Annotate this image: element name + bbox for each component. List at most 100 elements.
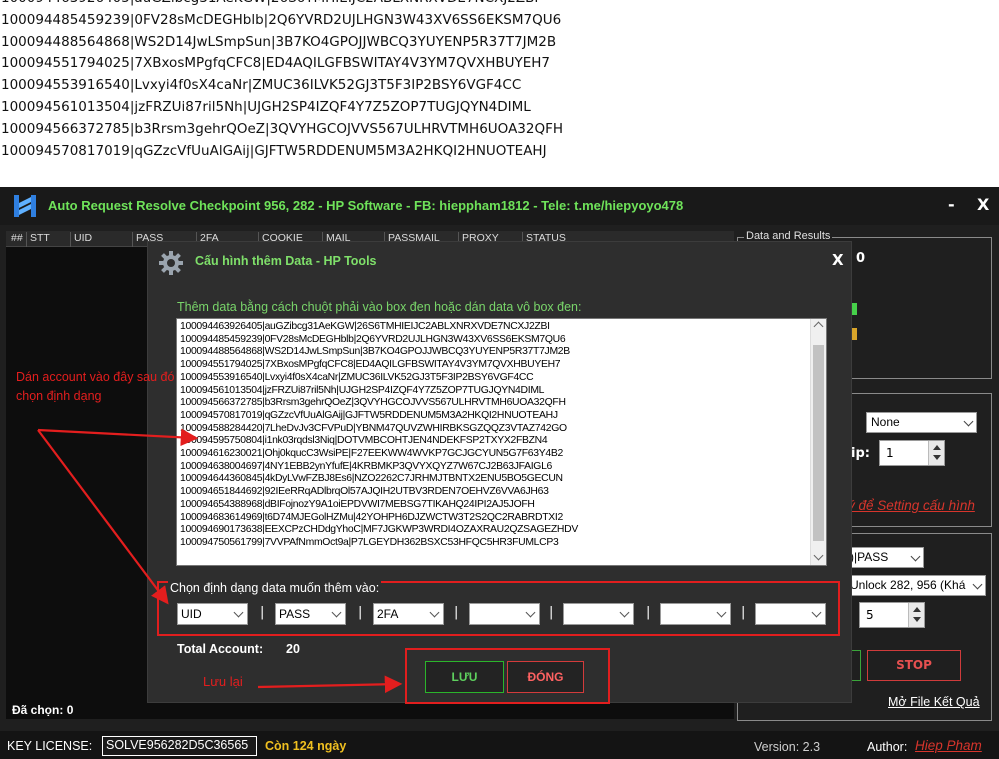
- column-header[interactable]: ##: [8, 232, 23, 247]
- data-line: 100094485459239|0FV28sMcDEGHblb|2Q6YVRD2…: [180, 333, 566, 345]
- format-select-1[interactable]: UID: [177, 603, 248, 625]
- format-separator: |: [260, 605, 265, 620]
- background-line: 100094566372785|b3Rrsm3gehrQOeZ|3QVYHGCO…: [1, 120, 564, 137]
- data-line: 100094570817019|qGZzcVfUuAlGAij|GJFTW5RD…: [180, 409, 558, 421]
- close-button[interactable]: ĐÓNG: [507, 661, 584, 693]
- app-title: Auto Request Resolve Checkpoint 956, 282…: [48, 198, 684, 213]
- background-line: 100094570817019|qGZzcVfUuAlGAij|GJFTW5RD…: [1, 142, 547, 159]
- format-select-value: UID: [181, 607, 202, 621]
- data-input-box[interactable]: 100094463926405|auGZibcg31AeKGW|26S6TMHI…: [176, 318, 827, 566]
- live-status-indicator: [852, 303, 857, 315]
- minimize-button[interactable]: -: [948, 195, 955, 214]
- chevron-down-icon: [619, 607, 630, 618]
- format-select-value: 2FA: [377, 607, 399, 621]
- data-line: 100094638004697|4NY1EBB2ynYfufE|4KRBMKP3…: [180, 460, 553, 472]
- data-line: 100094654388968|dBIFojnozY9A1oiEPDVWI7ME…: [180, 498, 535, 510]
- data-scrollbar[interactable]: [810, 319, 826, 565]
- author-label: Author:: [867, 740, 908, 754]
- format-select-4[interactable]: [469, 603, 540, 625]
- chevron-up-icon[interactable]: [813, 321, 824, 332]
- format-select-2[interactable]: PASS: [275, 603, 346, 625]
- key-license-label: KEY LICENSE:: [7, 739, 93, 753]
- save-annotation: Lưu lại: [203, 674, 243, 689]
- background-line: 100094553916540|Lvxyi4f0sX4caNr|ZMUC36IL…: [1, 77, 522, 94]
- total-account-label: Total Account:: [177, 642, 264, 656]
- close-window-button[interactable]: X: [977, 195, 989, 214]
- thread-stepper[interactable]: 1: [879, 440, 945, 466]
- data-line: 100094644360845|4kDyLVwFZBJ8Es6|NZO2262C…: [180, 473, 563, 485]
- chevron-down-icon: [811, 607, 822, 618]
- mode-select[interactable]: Unlock 282, 956 (Khá: [845, 575, 986, 596]
- license-days-left: Còn 124 ngày: [265, 739, 347, 753]
- data-line: 100094463926405|auGZibcg31AeKGW|26S6TMHI…: [180, 321, 550, 332]
- delay-value: 5: [866, 608, 874, 622]
- delay-stepper[interactable]: 5: [859, 602, 925, 628]
- format-select-value: )|PASS: [850, 550, 889, 564]
- column-header[interactable]: STT: [26, 232, 50, 247]
- setting-select-value: None: [871, 415, 900, 429]
- chevron-down-icon: [910, 551, 921, 562]
- version-label: Version: 2.3: [754, 740, 821, 754]
- selected-label: Đã chọn:: [12, 703, 64, 717]
- format-select[interactable]: )|PASS: [845, 547, 924, 568]
- total-account-value: 20: [286, 642, 300, 656]
- thread-value: 1: [886, 446, 894, 460]
- stepper-arrows-icon[interactable]: [928, 441, 944, 465]
- title-bar: Auto Request Resolve Checkpoint 956, 282…: [0, 187, 999, 225]
- pending-status-indicator: [852, 328, 857, 340]
- stop-button[interactable]: STOP: [867, 650, 961, 681]
- data-line: 100094551794025|7XBxosMPgfqCFC8|ED4AQILG…: [180, 359, 561, 371]
- chevron-down-icon: [972, 579, 983, 590]
- chevron-down-icon: [331, 607, 342, 618]
- format-separator: |: [358, 605, 363, 620]
- data-line: 100094651844692|92IEeRRqADlbrqOl57AJQIH2…: [180, 486, 549, 498]
- settings-link[interactable]: ý để Setting cấu hình: [848, 498, 975, 513]
- chevron-down-icon[interactable]: [813, 550, 824, 561]
- background-line: 100094485459239|0FV28sMcDEGHblb|2Q6YVRD2…: [1, 11, 562, 28]
- chevron-down-icon: [963, 416, 974, 427]
- author-link[interactable]: Hiep Pham: [915, 738, 982, 753]
- format-select-6[interactable]: [660, 603, 731, 625]
- selected-value: 0: [66, 703, 74, 717]
- format-select-3[interactable]: 2FA: [373, 603, 444, 625]
- selected-count: Đã chọn: 0: [12, 703, 73, 717]
- hp-logo-icon: [14, 195, 36, 217]
- data-line: 100094566372785|b3Rrsm3gehrQOeZ|3QVYHGCO…: [180, 397, 566, 409]
- dialog-close-button[interactable]: X: [832, 251, 844, 269]
- data-line: 100094683614969|t6D74MJEGolHZMu|42YOHPH6…: [180, 511, 563, 523]
- data-line: 100094553916540|Lvxyi4f0sX4caNr|ZMUC36IL…: [180, 371, 534, 383]
- key-license-input[interactable]: SOLVE956282D5C36565: [102, 736, 257, 756]
- format-select-5[interactable]: [563, 603, 634, 625]
- gear-icon: [159, 251, 183, 275]
- data-line: 100094750561799|7VVPAfNmmOct9a|P7LGEYDH3…: [180, 536, 559, 548]
- add-data-dialog: Cấu hình thêm Data - HP Tools X Thêm dat…: [147, 241, 852, 704]
- data-line: 100094690173638|EEXCPzCHDdgYhoC|MF7JGKWP…: [180, 524, 578, 536]
- background-line: 100094463926405|auGZibcg31AeKGW|26S6TMHI…: [0, 0, 999, 10]
- dialog-title: Cấu hình thêm Data - HP Tools: [195, 254, 377, 268]
- background-line: 100094488564868|WS2D14JwLSmpSun|3B7KO4GP…: [1, 33, 557, 50]
- data-line: 100094616230021|Ohj0kqucC3WsiPE|F27EEKWW…: [180, 448, 563, 460]
- results-count: 0: [856, 251, 866, 266]
- setting-select[interactable]: None: [866, 412, 977, 433]
- status-bar: KEY LICENSE: SOLVE956282D5C36565 Còn 124…: [0, 731, 999, 759]
- thread-label: ip:: [851, 446, 870, 461]
- column-header[interactable]: UID: [70, 232, 92, 247]
- chevron-down-icon: [429, 607, 440, 618]
- scroll-thumb[interactable]: [813, 345, 824, 541]
- save-button[interactable]: LƯU: [425, 661, 504, 693]
- format-legend: Chọn định dạng data muốn thêm vào:: [168, 581, 382, 595]
- background-text-list: 100094463926405|auGZibcg31AeKGW|26S6TMHI…: [0, 0, 999, 162]
- format-select-7[interactable]: [755, 603, 826, 625]
- data-line: 100094588284420|7LheDvJv3CFVPuD|YBNM47QU…: [180, 422, 567, 434]
- mode-select-value: Unlock 282, 956 (Khá: [850, 578, 966, 592]
- stepper-arrows-icon[interactable]: [908, 603, 924, 627]
- dialog-instruction: Thêm data bằng cách chuột phải vào box đ…: [177, 300, 582, 314]
- chevron-down-icon: [716, 607, 727, 618]
- open-result-file-link[interactable]: Mở File Kết Quả: [888, 695, 980, 709]
- format-separator: |: [646, 605, 651, 620]
- paste-annotation: Dán account vào đây sau đó chọn định dạn…: [16, 370, 175, 403]
- data-line: 100094488564868|WS2D14JwLSmpSun|3B7KO4GP…: [180, 346, 570, 358]
- format-separator: |: [549, 605, 554, 620]
- data-lines: 100094463926405|auGZibcg31AeKGW|26S6TMHI…: [177, 321, 809, 550]
- format-separator: |: [454, 605, 459, 620]
